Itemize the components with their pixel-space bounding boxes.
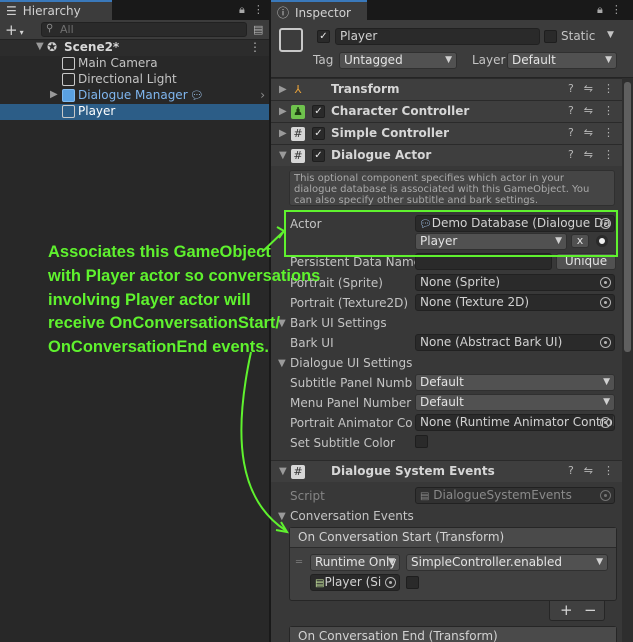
annotation-line: with Player actor so conversations [48, 266, 321, 285]
annotation-line: involving Player actor will [48, 290, 251, 309]
annotation-line: OnConversationEnd events. [48, 338, 269, 357]
annotation-line: receive OnConversationStart/ [48, 314, 280, 333]
annotation-text: Associates this GameObject with Player a… [48, 241, 328, 360]
annotation-line: Associates this GameObject [48, 243, 271, 261]
arrow-to-events [240, 351, 286, 531]
